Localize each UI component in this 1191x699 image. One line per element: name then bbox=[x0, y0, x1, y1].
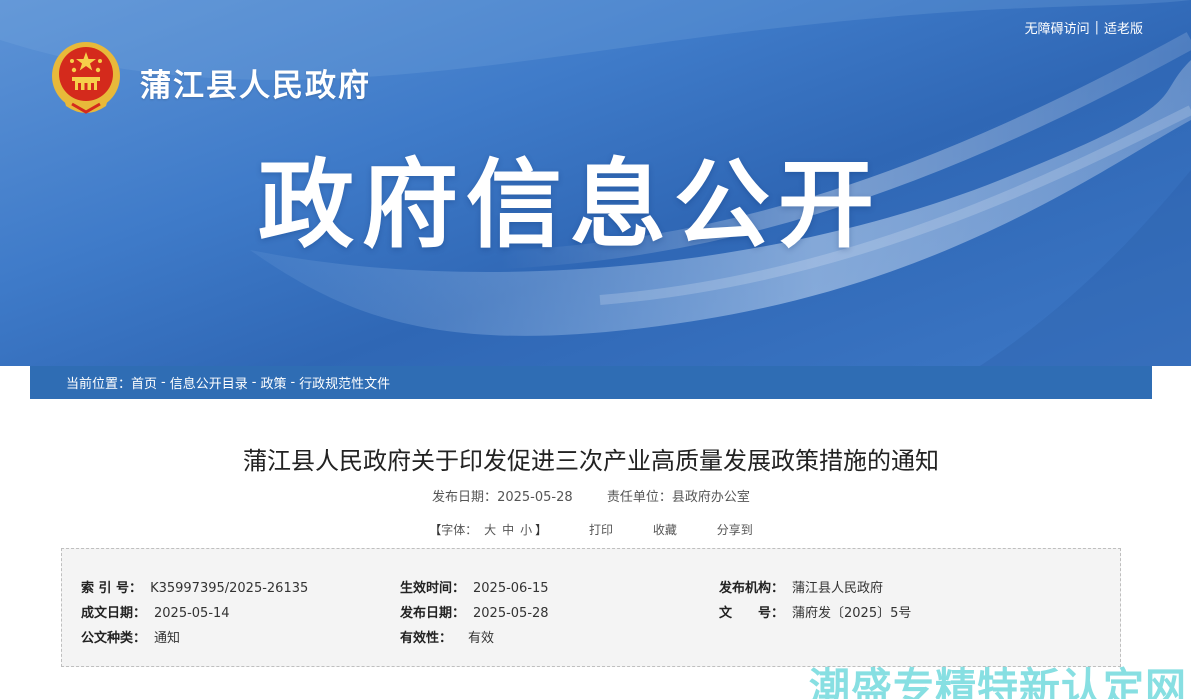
breadcrumb-home[interactable]: 首页 bbox=[131, 373, 157, 392]
article-tools: 【字体： 大中小】 打印 收藏 分享到 bbox=[30, 521, 1152, 538]
info-index-value: K35997395/2025-26135 bbox=[150, 581, 309, 596]
info-written-value: 2025-05-14 bbox=[154, 606, 230, 621]
info-written-date: 成文日期： 2025-05-14 bbox=[81, 602, 230, 621]
dept-value: 县政府办公室 bbox=[671, 490, 750, 505]
favorite-button[interactable]: 收藏 bbox=[653, 523, 677, 537]
info-doc-number: 文 号： 蒲府发〔2025〕5号 bbox=[719, 602, 911, 621]
font-size-large[interactable]: 大 bbox=[484, 523, 496, 537]
breadcrumb-normative-docs[interactable]: 行政规范性文件 bbox=[299, 373, 390, 392]
document-info-box: 索 引 号： K35997395/2025-26135 生效时间： 2025-06-… bbox=[61, 548, 1121, 667]
breadcrumb-info-catalog[interactable]: 信息公开目录 bbox=[170, 373, 248, 392]
font-size-small[interactable]: 小 bbox=[520, 523, 532, 537]
info-issuer-label: 发布机构： bbox=[719, 581, 785, 596]
breadcrumb-label: 当前位置： bbox=[66, 377, 132, 392]
publish-date-label: 发布日期： bbox=[432, 490, 498, 505]
open-bracket: 【 bbox=[429, 523, 442, 537]
share-button[interactable]: 分享到 bbox=[717, 523, 753, 537]
breadcrumb-separator: - bbox=[290, 375, 296, 390]
breadcrumb: 当前位置： 首页 - 信息公开目录 - 政策 - 行政规范性文件 bbox=[30, 366, 1152, 399]
breadcrumb-policy[interactable]: 政策 bbox=[260, 373, 286, 392]
publish-date-value: 2025-05-28 bbox=[497, 490, 573, 505]
close-bracket: 】 bbox=[535, 523, 548, 537]
font-size-label: 字体： bbox=[441, 523, 478, 537]
info-validity-value: 有效 bbox=[468, 631, 495, 646]
hero-title: 政府信息公开 bbox=[258, 149, 882, 261]
site-name: 蒲江县人民政府 bbox=[140, 68, 371, 104]
info-index-label: 索 引 号： bbox=[81, 581, 143, 596]
info-issuer: 发布机构： 蒲江县人民政府 bbox=[719, 577, 883, 596]
top-links-separator: | bbox=[1094, 20, 1099, 35]
top-links: 无障碍访问 | 适老版 bbox=[1025, 18, 1143, 37]
header-banner: 无障碍访问 | 适老版 蒲江县人民政府 政府信息公开 bbox=[0, 0, 1191, 366]
font-size-medium[interactable]: 中 bbox=[502, 523, 514, 537]
accessibility-link[interactable]: 无障碍访问 bbox=[1025, 18, 1090, 37]
info-doc-type: 公文种类： 通知 bbox=[81, 627, 180, 646]
info-publish-label: 发布日期： bbox=[400, 606, 466, 621]
info-type-label: 公文种类： bbox=[81, 631, 147, 646]
elder-version-link[interactable]: 适老版 bbox=[1104, 18, 1143, 37]
info-written-label: 成文日期： bbox=[81, 606, 147, 621]
info-effective-time: 生效时间： 2025-06-15 bbox=[400, 577, 549, 596]
info-publish-value: 2025-05-28 bbox=[473, 606, 549, 621]
info-validity-label: 有效性： bbox=[400, 631, 453, 646]
info-index-number: 索 引 号： K35997395/2025-26135 bbox=[81, 577, 308, 596]
national-emblem-icon bbox=[52, 42, 120, 114]
info-docno-label: 文 号： bbox=[719, 606, 785, 621]
print-button[interactable]: 打印 bbox=[589, 523, 613, 537]
site-watermark: 潮盛专精特新认定网 bbox=[809, 664, 1187, 699]
breadcrumb-separator: - bbox=[161, 375, 166, 390]
info-docno-value: 蒲府发〔2025〕5号 bbox=[792, 606, 912, 621]
info-effective-value: 2025-06-15 bbox=[473, 581, 549, 596]
info-validity: 有效性： 有效 bbox=[400, 627, 494, 646]
info-effective-label: 生效时间： bbox=[400, 581, 466, 596]
info-type-value: 通知 bbox=[154, 631, 181, 646]
info-publish-date: 发布日期： 2025-05-28 bbox=[400, 602, 549, 621]
breadcrumb-separator: - bbox=[251, 375, 257, 390]
article-title: 蒲江县人民政府关于印发促进三次产业高质量发展政策措施的通知 bbox=[243, 447, 939, 475]
info-issuer-value: 蒲江县人民政府 bbox=[792, 581, 884, 596]
article-meta: 发布日期：2025-05-28 责任单位：县政府办公室 bbox=[30, 486, 1152, 505]
dept-label: 责任单位： bbox=[606, 490, 672, 505]
